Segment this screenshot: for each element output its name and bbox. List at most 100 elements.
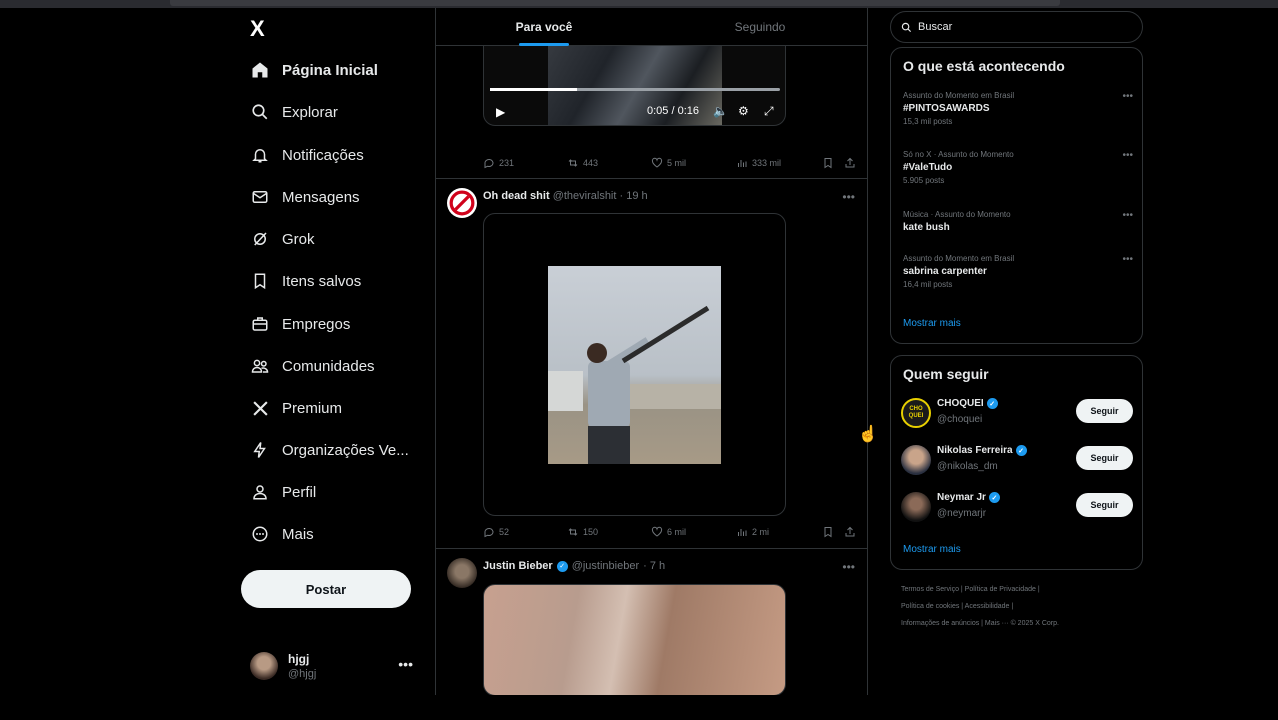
account-switcher[interactable]: hjgj @hjgj •••: [248, 650, 423, 684]
share-button[interactable]: [844, 526, 856, 538]
tweet-time[interactable]: · 7 h: [643, 560, 665, 572]
person-icon: [250, 482, 270, 502]
trends-title: O que está acontecendo: [903, 58, 1065, 74]
tweet-actions: 231 443 5 mil 333 mil: [483, 155, 858, 173]
share-button[interactable]: [844, 157, 856, 169]
fullscreen-icon[interactable]: ⤢: [764, 104, 774, 119]
tab-label: Para você: [515, 20, 573, 34]
trend-item[interactable]: Assunto do Momento em Brasil sabrina car…: [903, 254, 1133, 289]
nav-item-more[interactable]: Mais: [250, 519, 314, 549]
footer-links-row[interactable]: Política de cookies | Acessibilidade |: [901, 603, 1013, 610]
nav-item-explore[interactable]: Explorar: [250, 97, 338, 127]
nav-label: Página Inicial: [282, 61, 378, 79]
follow-button[interactable]: Seguir: [1076, 493, 1133, 517]
trends-show-more-link[interactable]: Mostrar mais: [903, 318, 961, 329]
tweet-header: Justin Bieber ✓ @justinbieber · 7 h: [483, 560, 665, 572]
tweet-author-handle[interactable]: @justinbieber: [572, 560, 639, 572]
trend-count: 5.905 posts: [903, 176, 945, 185]
more-horizontal-icon[interactable]: •••: [1122, 210, 1133, 221]
suggestion-name-row: CHOQUEI ✓: [937, 398, 998, 409]
video-time: 0:05 / 0:16: [647, 105, 699, 117]
reply-button[interactable]: 52: [483, 526, 509, 538]
more-horizontal-icon[interactable]: •••: [1122, 254, 1133, 265]
nav-item-home[interactable]: Página Inicial: [250, 55, 378, 85]
play-icon[interactable]: ▶: [496, 105, 505, 119]
like-count: 5 mil: [667, 158, 687, 168]
who-to-follow-show-more-link[interactable]: Mostrar mais: [903, 544, 961, 555]
like-button[interactable]: 6 mil: [651, 526, 686, 538]
nav-item-verified-orgs[interactable]: Organizações Ve...: [250, 435, 409, 465]
tweet-author-name[interactable]: Justin Bieber: [483, 560, 553, 572]
more-horizontal-icon[interactable]: •••: [398, 656, 413, 672]
footer-links-row[interactable]: Termos de Serviço | Política de Privacid…: [901, 586, 1040, 593]
briefcase-icon: [250, 314, 270, 334]
tweet-author-name[interactable]: Oh dead shit: [483, 190, 550, 202]
tab-for-you[interactable]: Para você: [436, 8, 652, 46]
nav-item-bookmarks[interactable]: Itens salvos: [250, 266, 361, 296]
more-horizontal-icon[interactable]: •••: [1122, 91, 1133, 102]
nav-item-notifications[interactable]: Notificações: [250, 140, 364, 170]
views-chart-icon: [738, 529, 747, 536]
nav-item-premium[interactable]: Premium: [250, 393, 342, 423]
follow-suggestion[interactable]: Neymar Jr ✓ @neymarjr Seguir: [901, 490, 1133, 526]
tweet-image[interactable]: [483, 584, 786, 695]
reply-button[interactable]: 231: [483, 157, 514, 169]
more-circle-icon: [250, 524, 270, 544]
trend-item[interactable]: Assunto do Momento em Brasil #PINTOSAWAR…: [903, 91, 1133, 126]
more-horizontal-icon[interactable]: •••: [842, 190, 855, 204]
nav-label: Grok: [282, 230, 315, 248]
retweet-button[interactable]: 443: [567, 157, 598, 169]
search-input[interactable]: Buscar: [890, 11, 1143, 43]
people-icon: [250, 356, 270, 376]
retweet-icon: [568, 528, 578, 536]
avatar: CHO QUEI: [901, 398, 931, 428]
video-progress-bar[interactable]: [490, 88, 780, 91]
tweet-time[interactable]: · 19 h: [620, 190, 648, 202]
bookmark-button[interactable]: [822, 157, 834, 169]
post-button[interactable]: Postar: [241, 570, 411, 608]
trend-item[interactable]: Música · Assunto do Momento kate bush ••…: [903, 210, 1133, 233]
avatar[interactable]: [447, 188, 477, 218]
tab-following[interactable]: Seguindo: [652, 8, 867, 46]
nav-label: Empregos: [282, 315, 351, 333]
tweet-author-handle[interactable]: @theviralshit: [553, 190, 617, 202]
more-horizontal-icon[interactable]: •••: [1122, 150, 1133, 161]
trend-context: Assunto do Momento em Brasil: [903, 91, 1015, 100]
trend-topic: sabrina carpenter: [903, 266, 987, 277]
nav-item-grok[interactable]: Grok: [250, 224, 315, 254]
trend-topic: #PINTOSAWARDS: [903, 103, 990, 114]
footer-links-row[interactable]: Informações de anúncios | Mais ··· © 202…: [901, 620, 1059, 627]
follow-suggestion[interactable]: Nikolas Ferreira ✓ @nikolas_dm Seguir: [901, 443, 1133, 479]
nav-label: Mensagens: [282, 188, 360, 206]
nav-item-jobs[interactable]: Empregos: [250, 309, 350, 339]
account-handle: @hjgj: [288, 668, 317, 680]
retweet-button[interactable]: 150: [567, 526, 598, 538]
views-button[interactable]: 333 mil: [736, 157, 781, 169]
nav-label: Perfil: [282, 483, 317, 501]
suggestion-name-row: Neymar Jr ✓: [937, 492, 1000, 503]
search-placeholder: Buscar: [918, 21, 953, 33]
tab-label: Seguindo: [734, 20, 786, 34]
trend-item[interactable]: Só no X · Assunto do Momento #ValeTudo 5…: [903, 150, 1133, 185]
more-horizontal-icon[interactable]: •••: [842, 560, 855, 574]
avatar[interactable]: [447, 558, 477, 588]
follow-suggestion[interactable]: CHO QUEI CHOQUEI ✓ @choquei Seguir: [901, 396, 1133, 432]
avatar: [250, 652, 278, 680]
tweet-video[interactable]: [483, 213, 786, 516]
views-button[interactable]: 2 mi: [736, 526, 769, 538]
follow-button[interactable]: Seguir: [1076, 446, 1133, 470]
follow-button[interactable]: Seguir: [1076, 399, 1133, 423]
search-icon: [901, 22, 912, 32]
nav-item-messages[interactable]: Mensagens: [250, 182, 360, 212]
x-logo-icon[interactable]: X: [250, 18, 272, 40]
nav-item-profile[interactable]: Perfil: [250, 477, 316, 507]
trend-topic: #ValeTudo: [903, 162, 953, 173]
who-to-follow-card: Quem seguir CHO QUEI CHOQUEI ✓ @choquei S…: [890, 355, 1143, 570]
volume-icon[interactable]: 🔈: [713, 104, 728, 118]
like-button[interactable]: 5 mil: [651, 157, 686, 169]
settings-gear-icon[interactable]: ⚙: [738, 104, 749, 118]
bookmark-button[interactable]: [822, 526, 834, 538]
nav-item-communities[interactable]: Comunidades: [250, 351, 375, 381]
tweet-header: Oh dead shit @theviralshit · 19 h: [483, 190, 648, 202]
browser-top-bar-inner: [170, 0, 1060, 6]
